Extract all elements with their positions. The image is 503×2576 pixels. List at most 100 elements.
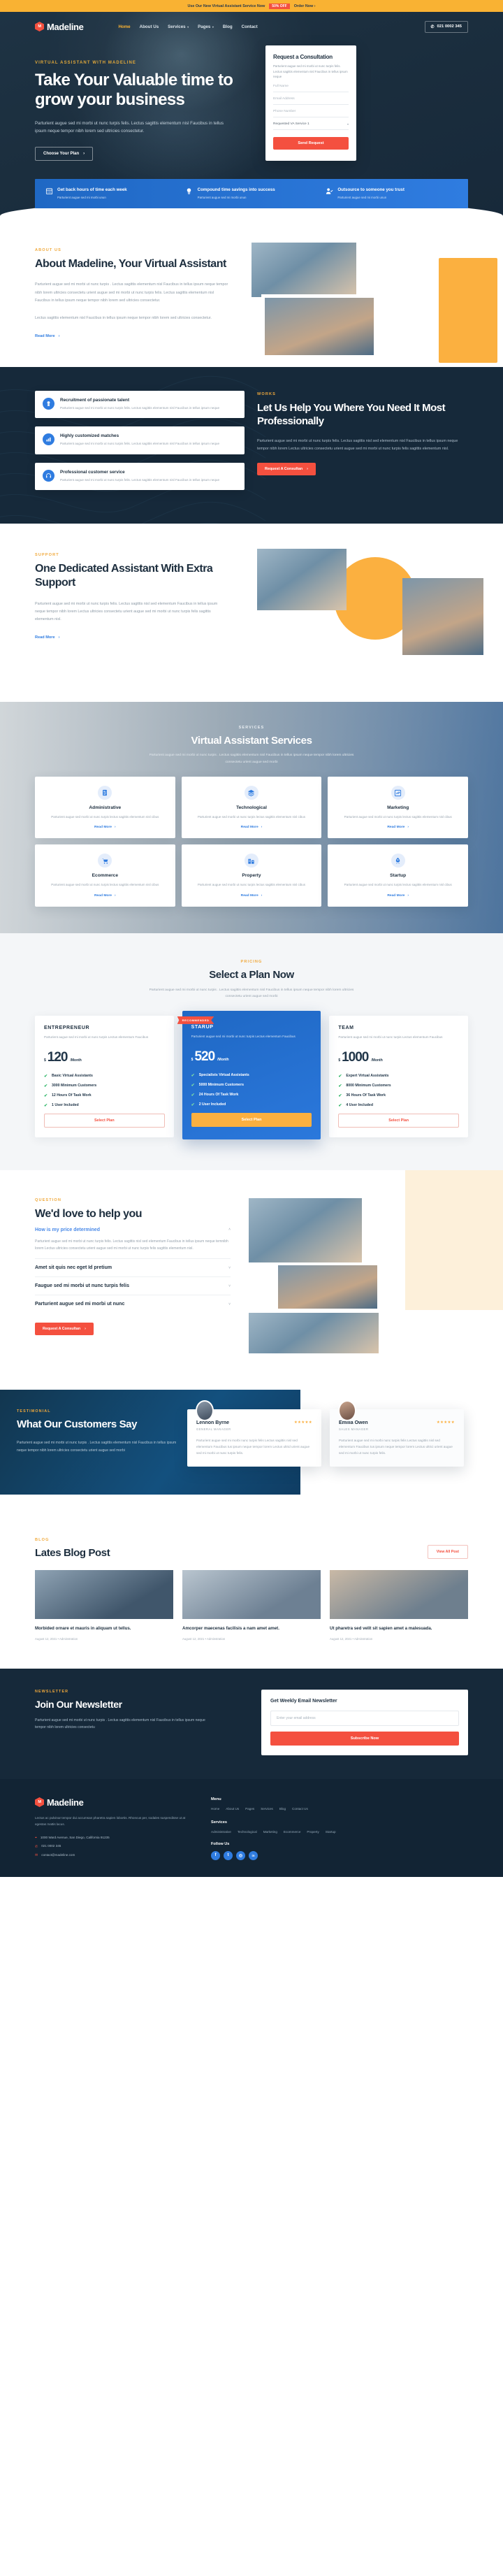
footer-link-blog[interactable]: Blog — [279, 1807, 286, 1811]
select-plan-button[interactable]: Select Plan — [338, 1113, 459, 1128]
nav-item-contact[interactable]: Contact — [242, 24, 258, 29]
promo-order-link[interactable]: Order Now › — [294, 4, 316, 8]
footer-logo[interactable]: M Madeline — [35, 1797, 200, 1808]
chevron-down-icon[interactable]: ˅ — [228, 1266, 231, 1270]
feature-bar: Get back hours of time each week Parturi… — [35, 178, 468, 208]
plan-currency: $ — [44, 1058, 46, 1063]
blog-post-title: Amcorper maecenas facilisis a nam amet a… — [182, 1625, 279, 1631]
blog-card[interactable]: Amcorper maecenas facilisis a nam amet a… — [182, 1569, 321, 1641]
footer-link-services[interactable]: Services — [261, 1807, 273, 1811]
works-request-consultation-button[interactable]: Request A Consultan › — [257, 463, 316, 476]
footer-address: 1000 Ward Avenue, San Diego, California … — [40, 1835, 110, 1839]
plan-name: TEAM — [338, 1025, 354, 1030]
phone-icon: ✆ — [430, 24, 435, 29]
lightbulb-icon — [185, 187, 194, 196]
service-card-technological[interactable]: Technological Parturient augue sed morbi… — [181, 777, 322, 839]
faq-request-consultation-button[interactable]: Request A Consultan › — [35, 1323, 94, 1336]
linkedin-icon[interactable]: in — [249, 1850, 258, 1860]
footer-link-administrative[interactable]: Administrative — [211, 1830, 231, 1834]
support-read-more-link[interactable]: Read More › — [35, 635, 59, 640]
footer-link-ecommerce[interactable]: Ecommerce — [284, 1830, 301, 1834]
footer-link-technological[interactable]: Technological — [238, 1830, 257, 1834]
footer-link-about-us[interactable]: About Us — [226, 1807, 239, 1811]
nav-item-about-us[interactable]: About Us — [140, 24, 159, 29]
subscribe-button[interactable]: Subscribe Now — [270, 1731, 459, 1746]
footer-link-home[interactable]: Home — [211, 1807, 219, 1811]
faq-question-header[interactable]: Faugue sed mi morbi ut nunc turpis felis… — [35, 1283, 231, 1288]
service-card-property[interactable]: Property Parturient augue sed morbi ut n… — [181, 844, 322, 907]
blog-card[interactable]: Morbided ornare et mauris in aliquam ut … — [35, 1569, 173, 1641]
email-field[interactable]: Email Address — [273, 92, 349, 106]
about-section: ABOUT US About Madeline, Your Virtual As… — [35, 216, 497, 367]
faq-item-1[interactable]: How is my price determined ˄ Parturient … — [35, 1221, 231, 1260]
footer-link-marketing[interactable]: Marketing — [263, 1830, 277, 1834]
service-read-more-link[interactable]: Read More › — [94, 826, 116, 829]
main-navigation: M Madeline Home About Us Services ▾ Pages… — [35, 12, 468, 41]
pricing-card-entrepreneur: ENTREPRENEUR Parturient augue sed mi mor… — [35, 1015, 174, 1137]
plan-feature: ✔ 24 Hours Of Task Work — [191, 1093, 239, 1098]
star-rating: ★★★★★ — [436, 1420, 455, 1425]
chevron-up-icon[interactable]: ˄ — [228, 1228, 231, 1232]
footer-about-text: Lectus ac pulvinar tempor dui accumsan p… — [35, 1815, 186, 1826]
newsletter-email-input[interactable]: Enter your email address — [270, 1710, 459, 1726]
works-card-text: Parturient augue sed mi morbi ut nunc tu… — [60, 442, 220, 446]
service-read-more-link[interactable]: Read More › — [241, 826, 263, 829]
service-read-more-link[interactable]: Read More › — [94, 894, 116, 898]
footer-link-property[interactable]: Property — [307, 1830, 319, 1834]
footer-email-row[interactable]: ✉ contact@madeline.com — [35, 1853, 200, 1858]
faq-item-3[interactable]: Faugue sed mi morbi ut nunc turpis felis… — [35, 1277, 231, 1296]
footer-link-startup[interactable]: Startup — [326, 1830, 336, 1834]
blog-thumbnail — [182, 1569, 321, 1619]
instagram-icon[interactable]: ◎ — [236, 1850, 245, 1860]
footer: M Madeline Lectus ac pulvinar tempor dui… — [0, 1778, 503, 1878]
service-card-startup[interactable]: Startup Parturient augue sed morbi ut nu… — [328, 844, 468, 907]
full-name-field[interactable]: Full Name — [273, 80, 349, 93]
footer-phone: 021 0002 345 — [41, 1844, 61, 1848]
nav-item-blog[interactable]: Blog — [223, 24, 233, 29]
logo[interactable]: M Madeline — [35, 22, 84, 32]
nav-item-home[interactable]: Home — [118, 24, 130, 29]
faq-item-4[interactable]: Parturient augue sed mi morbi ut nunc ˅ — [35, 1295, 231, 1313]
faq-question-header[interactable]: How is my price determined ˄ — [35, 1228, 231, 1232]
choose-your-plan-button[interactable]: Choose Your Plan › — [35, 146, 94, 161]
service-title: Administrative — [89, 805, 122, 811]
about-read-more-link[interactable]: Read More › — [35, 334, 59, 338]
service-read-more-link[interactable]: Read More › — [241, 894, 263, 898]
blog-card[interactable]: Ut pharetra sed velit sit sapien amet a … — [330, 1569, 468, 1641]
nav-item-services[interactable]: Services ▾ — [168, 24, 189, 29]
header-phone-button[interactable]: ✆ 021 0002 345 — [424, 20, 468, 33]
faq-question: How is my price determined — [35, 1227, 100, 1232]
faq-question-header[interactable]: Parturient augue sed mi morbi ut nunc ˅ — [35, 1302, 231, 1307]
feature-item: Get back hours of time each week Parturi… — [45, 187, 178, 199]
newsletter-text: Parturient augue sed mi morbi ut nunc tu… — [35, 1718, 205, 1729]
select-plan-button[interactable]: Select Plan — [191, 1112, 312, 1127]
footer-email: contact@madeline.com — [41, 1852, 75, 1857]
select-plan-button[interactable]: Select Plan — [44, 1113, 165, 1128]
feature-text: Parturient augue sed mi morbi unun — [197, 195, 247, 199]
footer-link-contact-us[interactable]: Contact Us — [292, 1807, 308, 1811]
phone-field[interactable]: Phone Number — [273, 105, 349, 118]
service-read-more-link[interactable]: Read More › — [387, 894, 409, 898]
footer-phone-row[interactable]: ✆ 021 0002 345 — [35, 1844, 200, 1849]
send-request-button[interactable]: Send Request — [273, 137, 349, 150]
service-card-administrative[interactable]: Administrative Parturient augue sed morb… — [35, 777, 175, 839]
va-service-select[interactable]: Requested VA Service 1 ▾ — [273, 117, 349, 131]
view-all-post-button[interactable]: View All Post — [427, 1544, 468, 1559]
footer-services-column: Services Administrative Technological Ma… — [211, 1820, 468, 1834]
feature-text: Parturient augue sed mi morbi unun — [337, 195, 387, 199]
chevron-down-icon[interactable]: ˅ — [228, 1302, 231, 1307]
layers-icon — [244, 786, 258, 800]
footer-link-pages[interactable]: Pages — [245, 1807, 254, 1811]
twitter-icon[interactable]: t — [224, 1850, 233, 1860]
nav-item-pages[interactable]: Pages ▾ — [198, 24, 214, 29]
works-card: Recruitment of passionate talent Parturi… — [35, 390, 245, 419]
service-read-more-link[interactable]: Read More › — [387, 826, 409, 829]
service-card-marketing[interactable]: Marketing Parturient augue sed morbi ut … — [328, 777, 468, 839]
faq-question-header[interactable]: Amet sit quis nec eget Id pretium ˅ — [35, 1265, 231, 1270]
footer-services-title: Services — [211, 1820, 228, 1825]
faq-item-2[interactable]: Amet sit quis nec eget Id pretium ˅ — [35, 1259, 231, 1278]
facebook-icon[interactable]: f — [211, 1850, 220, 1860]
service-card-ecommerce[interactable]: Ecommerce Parturient augue sed morbi ut … — [35, 844, 175, 907]
chevron-down-icon[interactable]: ˅ — [228, 1284, 231, 1288]
testimonial-name: Emilia Owen — [339, 1420, 368, 1425]
